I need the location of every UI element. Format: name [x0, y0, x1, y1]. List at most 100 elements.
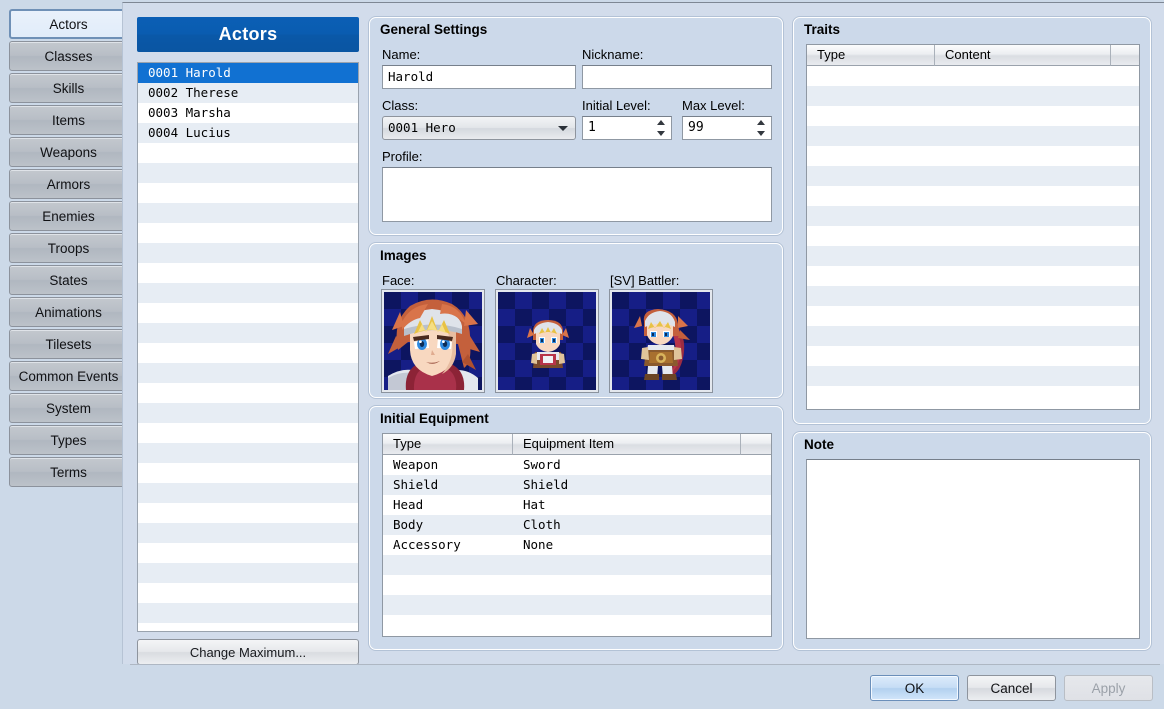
- sidebar-tab-actors[interactable]: Actors: [9, 9, 128, 39]
- list-item[interactable]: [138, 403, 358, 423]
- list-item[interactable]: [138, 303, 358, 323]
- list-item[interactable]: [138, 243, 358, 263]
- class-dropdown[interactable]: 0001 Hero: [382, 116, 576, 140]
- sidebar-tab-skills[interactable]: Skills: [9, 73, 128, 103]
- initial-equipment-table[interactable]: Type Equipment Item Weapon Sword Shield Shi…: [382, 433, 772, 637]
- table-row[interactable]: [807, 346, 1139, 366]
- list-item[interactable]: 0003 Marsha: [138, 103, 358, 123]
- stepper-up-icon[interactable]: [657, 120, 665, 125]
- sidebar-tab-types[interactable]: Types: [9, 425, 128, 455]
- column-header-content[interactable]: Content: [935, 45, 1111, 66]
- profile-textarea[interactable]: [382, 167, 772, 222]
- battler-image[interactable]: [609, 289, 713, 393]
- table-row[interactable]: [807, 386, 1139, 406]
- column-header-spacer[interactable]: [741, 434, 771, 455]
- name-input[interactable]: Harold: [382, 65, 576, 89]
- table-row[interactable]: [807, 126, 1139, 146]
- table-row[interactable]: [807, 266, 1139, 286]
- table-row[interactable]: [807, 66, 1139, 86]
- list-item[interactable]: [138, 383, 358, 403]
- table-row[interactable]: [383, 555, 771, 575]
- note-textarea[interactable]: [806, 459, 1140, 639]
- table-row[interactable]: [807, 366, 1139, 386]
- list-item[interactable]: [138, 563, 358, 583]
- list-item[interactable]: [138, 503, 358, 523]
- sidebar-tab-tilesets[interactable]: Tilesets: [9, 329, 128, 359]
- table-row[interactable]: [807, 226, 1139, 246]
- cell-type: Accessory: [393, 537, 461, 552]
- sidebar-tab-system[interactable]: System: [9, 393, 128, 423]
- initial-level-stepper[interactable]: 1: [582, 116, 672, 140]
- list-item[interactable]: [138, 443, 358, 463]
- actor-list[interactable]: 0001 Harold 0002 Therese 0003 Marsha 0004 L…: [137, 62, 359, 632]
- change-maximum-button[interactable]: Change Maximum...: [137, 639, 359, 665]
- sidebar-tab-states[interactable]: States: [9, 265, 128, 295]
- sidebar-tab-common-events[interactable]: Common Events: [9, 361, 128, 391]
- table-row[interactable]: [807, 86, 1139, 106]
- sidebar-tab-troops[interactable]: Troops: [9, 233, 128, 263]
- list-item[interactable]: [138, 143, 358, 163]
- nickname-input[interactable]: [582, 65, 772, 89]
- list-item[interactable]: [138, 323, 358, 343]
- list-item[interactable]: [138, 463, 358, 483]
- list-item[interactable]: [138, 263, 358, 283]
- list-item[interactable]: 0001 Harold: [138, 63, 358, 83]
- table-row[interactable]: [383, 575, 771, 595]
- table-row[interactable]: Accessory None: [383, 535, 771, 555]
- table-row[interactable]: [807, 106, 1139, 126]
- sidebar-tab-items[interactable]: Items: [9, 105, 128, 135]
- list-item[interactable]: [138, 483, 358, 503]
- list-item[interactable]: [138, 523, 358, 543]
- table-row[interactable]: [807, 246, 1139, 266]
- column-header-equipment-item[interactable]: Equipment Item: [513, 434, 741, 455]
- list-item[interactable]: 0002 Therese: [138, 83, 358, 103]
- table-row[interactable]: [383, 615, 771, 635]
- cell-content: [935, 346, 1111, 366]
- list-item[interactable]: [138, 343, 358, 363]
- table-row[interactable]: [807, 206, 1139, 226]
- sidebar-tab-armors[interactable]: Armors: [9, 169, 128, 199]
- stepper-down-icon[interactable]: [757, 131, 765, 136]
- list-item[interactable]: [138, 583, 358, 603]
- table-row[interactable]: [807, 306, 1139, 326]
- sidebar-tab-animations[interactable]: Animations: [9, 297, 128, 327]
- table-row[interactable]: Head Hat: [383, 495, 771, 515]
- cancel-button[interactable]: Cancel: [967, 675, 1056, 701]
- sidebar-tab-enemies[interactable]: Enemies: [9, 201, 128, 231]
- column-header-type[interactable]: Type: [807, 45, 935, 66]
- table-row[interactable]: [807, 166, 1139, 186]
- list-item[interactable]: [138, 423, 358, 443]
- table-row[interactable]: [383, 595, 771, 615]
- character-image[interactable]: [495, 289, 599, 393]
- stepper-down-icon[interactable]: [657, 131, 665, 136]
- column-header-spacer[interactable]: [1111, 45, 1139, 66]
- list-item[interactable]: [138, 163, 358, 183]
- table-row[interactable]: [807, 146, 1139, 166]
- list-item[interactable]: [138, 603, 358, 623]
- table-row[interactable]: Body Cloth: [383, 515, 771, 535]
- table-row[interactable]: [807, 186, 1139, 206]
- list-item[interactable]: 0004 Lucius: [138, 123, 358, 143]
- list-item[interactable]: [138, 283, 358, 303]
- cell-content: [935, 126, 1111, 146]
- sidebar-tab-classes[interactable]: Classes: [9, 41, 128, 71]
- traits-table[interactable]: Type Content: [806, 44, 1140, 410]
- list-item[interactable]: [138, 223, 358, 243]
- column-header-type[interactable]: Type: [383, 434, 513, 455]
- face-image[interactable]: [381, 289, 485, 393]
- list-item[interactable]: [138, 543, 358, 563]
- list-item[interactable]: [138, 183, 358, 203]
- table-row[interactable]: Shield Shield: [383, 475, 771, 495]
- max-level-stepper[interactable]: 99: [682, 116, 772, 140]
- sidebar-tab-terms[interactable]: Terms: [9, 457, 128, 487]
- table-row[interactable]: Weapon Sword: [383, 455, 771, 475]
- cell-equipment-item: [513, 555, 741, 575]
- list-item[interactable]: [138, 203, 358, 223]
- ok-button[interactable]: OK: [870, 675, 959, 701]
- stepper-up-icon[interactable]: [757, 120, 765, 125]
- table-row[interactable]: [807, 286, 1139, 306]
- sidebar-tab-weapons[interactable]: Weapons: [9, 137, 128, 167]
- apply-button[interactable]: Apply: [1064, 675, 1153, 701]
- table-row[interactable]: [807, 326, 1139, 346]
- list-item[interactable]: [138, 363, 358, 383]
